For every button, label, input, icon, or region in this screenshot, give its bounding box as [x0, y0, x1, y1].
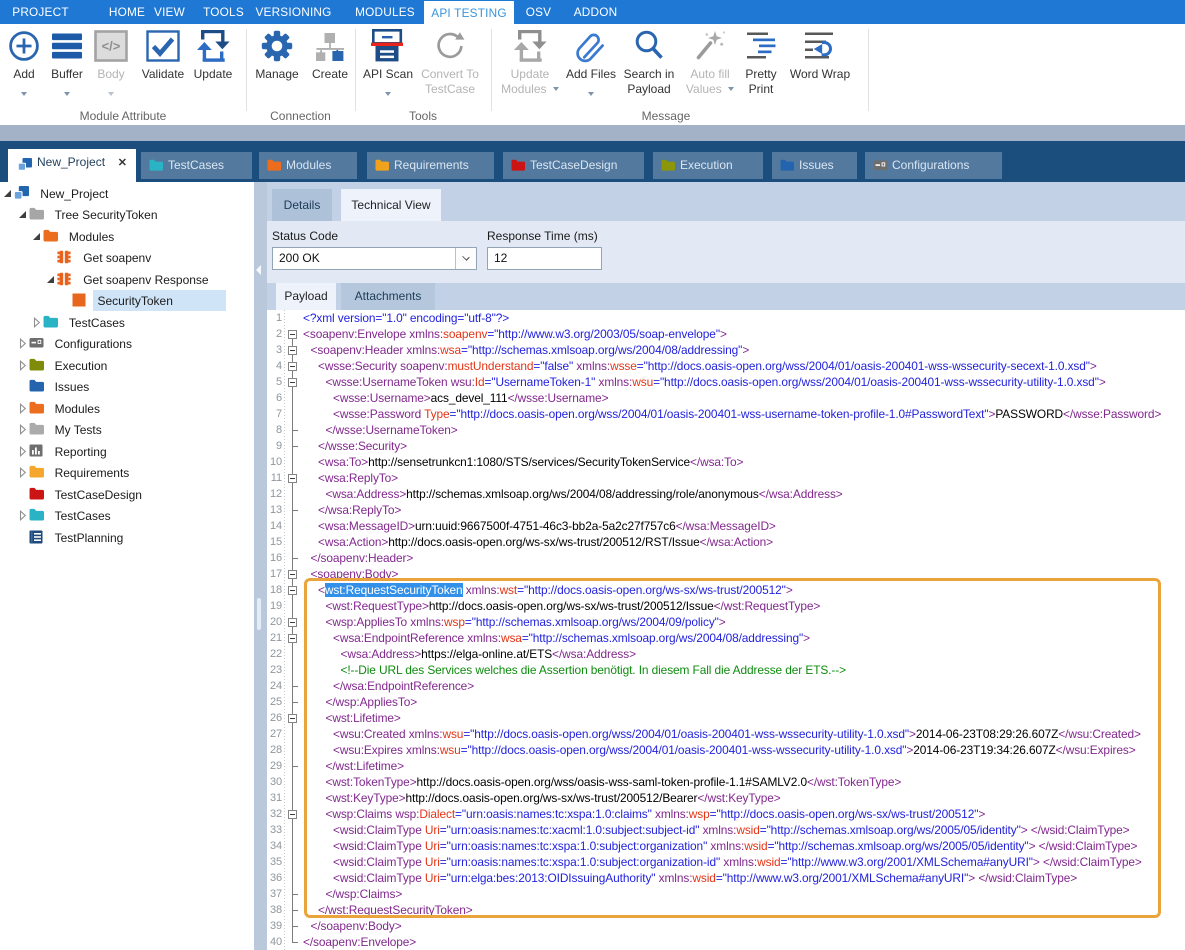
svg-text:</>: </> [102, 39, 121, 54]
